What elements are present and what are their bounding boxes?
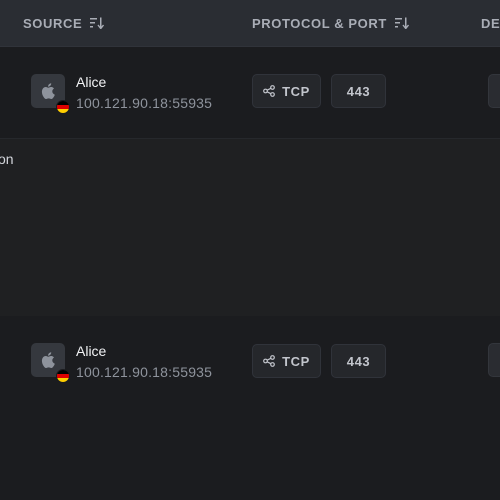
- port-badge[interactable]: 443: [331, 344, 386, 378]
- protocol-label: TCP: [282, 353, 310, 369]
- column-header-source[interactable]: SOURCE: [23, 0, 105, 46]
- apple-icon: [41, 352, 55, 368]
- destination-cell-edge[interactable]: [488, 343, 500, 377]
- protocol-badge[interactable]: TCP: [252, 74, 321, 108]
- protocol-label: TCP: [282, 83, 310, 99]
- table-row[interactable]: Alice 100.121.90.18:55935 TCP 443: [0, 47, 500, 138]
- sort-icon[interactable]: [394, 17, 409, 29]
- table-row[interactable]: Alice 100.121.90.18:55935 TCP 443: [0, 316, 500, 500]
- destination-cell-edge[interactable]: [488, 74, 500, 108]
- column-header-destination[interactable]: DES: [481, 0, 500, 46]
- port-label: 443: [346, 353, 371, 369]
- column-header-label: PROTOCOL & PORT: [252, 15, 387, 31]
- source-address: 100.121.90.18:55935: [76, 364, 213, 380]
- germany-flag-icon: [56, 369, 70, 383]
- column-header-protocol-port[interactable]: PROTOCOL & PORT: [252, 0, 409, 46]
- source-name: Alice: [76, 343, 107, 359]
- germany-flag-icon: [56, 100, 70, 114]
- table-header: SOURCE PROTOCOL & PORT DES: [0, 0, 500, 47]
- port-badge[interactable]: 443: [331, 74, 386, 108]
- protocol-badge[interactable]: TCP: [252, 344, 321, 378]
- port-label: 443: [346, 83, 371, 99]
- share-icon: [263, 355, 275, 367]
- share-icon: [263, 85, 275, 97]
- apple-icon: [41, 83, 55, 99]
- source-name: Alice: [76, 74, 107, 90]
- sort-icon[interactable]: [90, 17, 105, 29]
- expanded-row-detail: on: [0, 138, 500, 317]
- detail-text: on: [0, 151, 14, 167]
- column-header-label: DES: [481, 15, 500, 31]
- column-header-label: SOURCE: [23, 15, 83, 31]
- source-address: 100.121.90.18:55935: [76, 95, 213, 111]
